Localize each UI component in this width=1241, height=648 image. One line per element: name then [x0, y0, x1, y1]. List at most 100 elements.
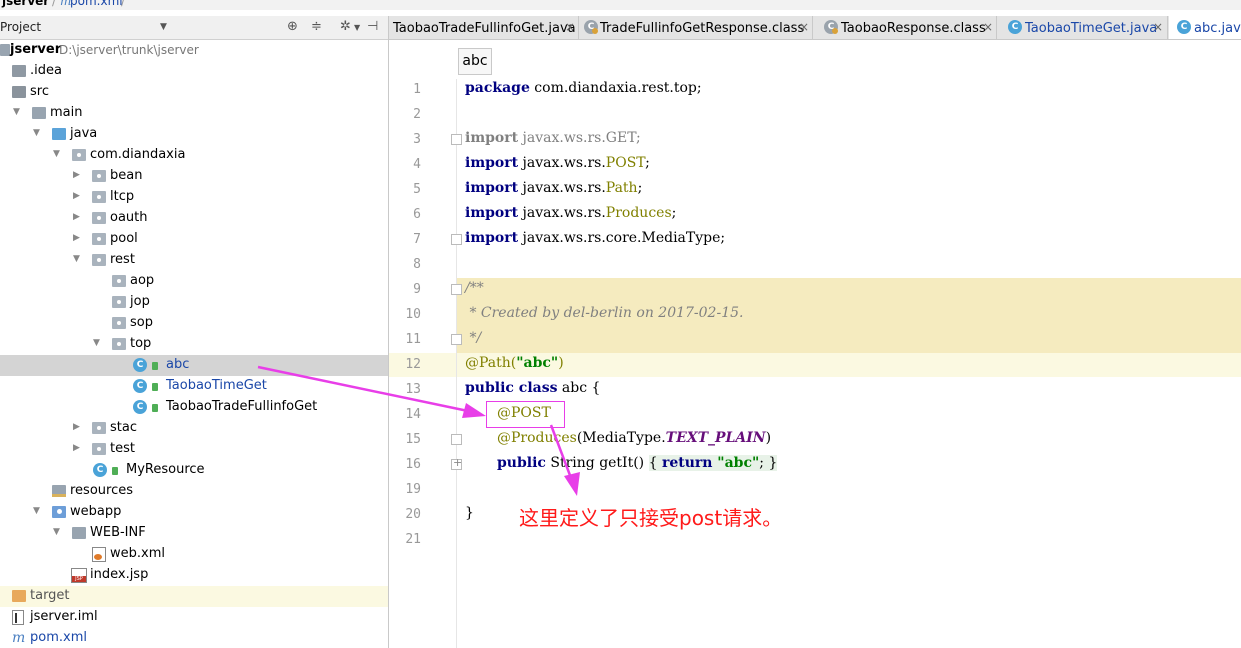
chevron-right-icon[interactable]: ▶	[73, 422, 80, 432]
tree-row[interactable]: ▼ com.diandaxia	[0, 145, 388, 166]
folder-icon	[72, 527, 86, 539]
tree-row[interactable]: ▼ java	[0, 124, 388, 145]
code-text: String getIt()	[545, 455, 649, 471]
code-keyword: import	[465, 205, 519, 221]
package-icon	[92, 191, 106, 203]
tree-row[interactable]: ▼ rest	[0, 250, 388, 271]
tree-item-label: pom.xml	[30, 630, 87, 645]
chevron-down-icon[interactable]: ▼	[354, 23, 360, 32]
resources-folder-icon	[52, 485, 66, 497]
chevron-down-icon[interactable]: ▼	[13, 107, 20, 117]
breadcrumb-file[interactable]: pom.xml	[70, 0, 123, 8]
tree-row[interactable]: target	[0, 586, 388, 607]
tab-taobaotradefullinfoget[interactable]: TaobaoTradeFullinfoGet.java ×	[389, 16, 579, 39]
code-text: javax.ws.rs.	[518, 205, 606, 221]
tree-row[interactable]: ▶ test	[0, 439, 388, 460]
close-icon[interactable]: ×	[983, 20, 993, 34]
tree-row[interactable]: src	[0, 82, 388, 103]
code-class-name: POST	[605, 155, 646, 171]
tree-item-label: aop	[130, 273, 155, 288]
tree-row[interactable]: jserver D:\jserver\trunk\jserver	[0, 40, 388, 61]
close-icon[interactable]: ×	[565, 20, 575, 34]
web-folder-icon	[52, 506, 66, 518]
tree-item-label: webapp	[70, 504, 122, 519]
line-number: 6	[413, 207, 421, 222]
tab-taobaotimeget[interactable]: C TaobaoTimeGet.java ×	[998, 16, 1168, 39]
fold-marker-icon[interactable]	[451, 334, 462, 345]
project-view-selector[interactable]: Project	[0, 20, 41, 34]
tree-row[interactable]: C TaobaoTimeGet	[0, 376, 388, 397]
tree-row[interactable]: aop	[0, 271, 388, 292]
fold-marker-icon[interactable]	[451, 434, 462, 445]
tree-row[interactable]: ▶ stac	[0, 418, 388, 439]
chevron-right-icon[interactable]: ▶	[73, 191, 80, 201]
tab-label: abc.java	[1194, 21, 1241, 36]
chevron-down-icon[interactable]: ▼	[33, 128, 40, 138]
tree-row[interactable]: m pom.xml	[0, 628, 388, 648]
code-line: * Created by del-berlin on 2017-02-15.	[465, 305, 744, 321]
code-keyword: public class	[465, 380, 558, 396]
chevron-right-icon[interactable]: ▶	[73, 170, 80, 180]
breadcrumb-project[interactable]: jserver	[2, 0, 49, 8]
tree-row[interactable]: jop	[0, 292, 388, 313]
chevron-right-icon[interactable]: ▶	[73, 212, 80, 222]
fold-marker-icon[interactable]	[451, 134, 462, 145]
tree-row[interactable]: sop	[0, 313, 388, 334]
chevron-right-icon[interactable]: ▶	[73, 443, 80, 453]
expand-icon[interactable]	[451, 456, 462, 470]
chevron-down-icon[interactable]: ▼	[53, 149, 60, 159]
tree-item-label: test	[110, 441, 135, 456]
folded-region[interactable]: { return "abc"; }	[648, 455, 778, 471]
tree-item-label: target	[30, 588, 70, 603]
tree-row[interactable]: ▼ webapp	[0, 502, 388, 523]
tab-abc[interactable]: C abc.java	[1169, 16, 1241, 39]
close-icon[interactable]: ×	[1153, 20, 1163, 34]
tab-tradefullinfogetresponse[interactable]: C TradeFullinfoGetResponse.class ×	[580, 16, 813, 39]
tab-label: TaobaoTimeGet.java	[1025, 21, 1158, 36]
code-keyword: public	[497, 455, 546, 471]
tree-item-label: rest	[110, 252, 135, 267]
tree-row[interactable]: ▼ top	[0, 334, 388, 355]
arrow-head-icon	[564, 472, 580, 496]
tree-row[interactable]: resources	[0, 481, 388, 502]
lock-icon	[152, 362, 158, 370]
locate-icon[interactable]: ⊕	[287, 19, 298, 34]
tree-row[interactable]: ▶ bean	[0, 166, 388, 187]
editor-breadcrumb-item[interactable]: abc	[458, 48, 492, 75]
tree-item-label: TaobaoTimeGet	[166, 378, 267, 393]
chevron-down-icon[interactable]: ▼	[160, 22, 167, 32]
tree-row[interactable]: web.xml	[0, 544, 388, 565]
close-icon[interactable]: ×	[799, 20, 809, 34]
tree-row[interactable]: C MyResource	[0, 460, 388, 481]
gear-icon[interactable]: ✲	[340, 19, 351, 34]
chevron-right-icon[interactable]: ▶	[73, 233, 80, 243]
tree-row[interactable]: jserver.iml	[0, 607, 388, 628]
fold-marker-icon[interactable]	[451, 234, 462, 245]
tree-row[interactable]: index.jsp	[0, 565, 388, 586]
tree-row[interactable]: ▶ ltcp	[0, 187, 388, 208]
chevron-down-icon[interactable]: ▼	[53, 527, 60, 537]
package-icon	[92, 212, 106, 224]
collapse-all-icon[interactable]: ≑	[311, 19, 322, 34]
code-text: {	[648, 455, 662, 471]
tree-row[interactable]: C TaobaoTradeFullinfoGet	[0, 397, 388, 418]
code-text: javax.ws.rs.	[518, 155, 606, 171]
tab-taobaoresponse[interactable]: C TaobaoResponse.class ×	[814, 16, 997, 39]
tree-row-selected[interactable]: C abc	[0, 355, 388, 376]
tree-row[interactable]: ▼ WEB-INF	[0, 523, 388, 544]
class-icon: C	[93, 463, 107, 477]
tree-row[interactable]: .idea	[0, 61, 388, 82]
tree-item-label: src	[30, 84, 49, 99]
chevron-down-icon[interactable]: ▼	[33, 506, 40, 516]
tree-item-label: MyResource	[126, 462, 205, 477]
tree-row[interactable]: ▶ oauth	[0, 208, 388, 229]
chevron-down-icon[interactable]: ▼	[73, 254, 80, 264]
tree-row[interactable]: ▶ pool	[0, 229, 388, 250]
tree-row[interactable]: ▼ main	[0, 103, 388, 124]
maven-icon: m	[12, 630, 26, 646]
tree-item-label: index.jsp	[90, 567, 149, 582]
chevron-down-icon[interactable]: ▼	[93, 338, 100, 348]
hide-panel-icon[interactable]: ⊣	[367, 19, 378, 34]
fold-marker-icon[interactable]	[451, 284, 462, 295]
line-number: 1	[413, 82, 421, 97]
